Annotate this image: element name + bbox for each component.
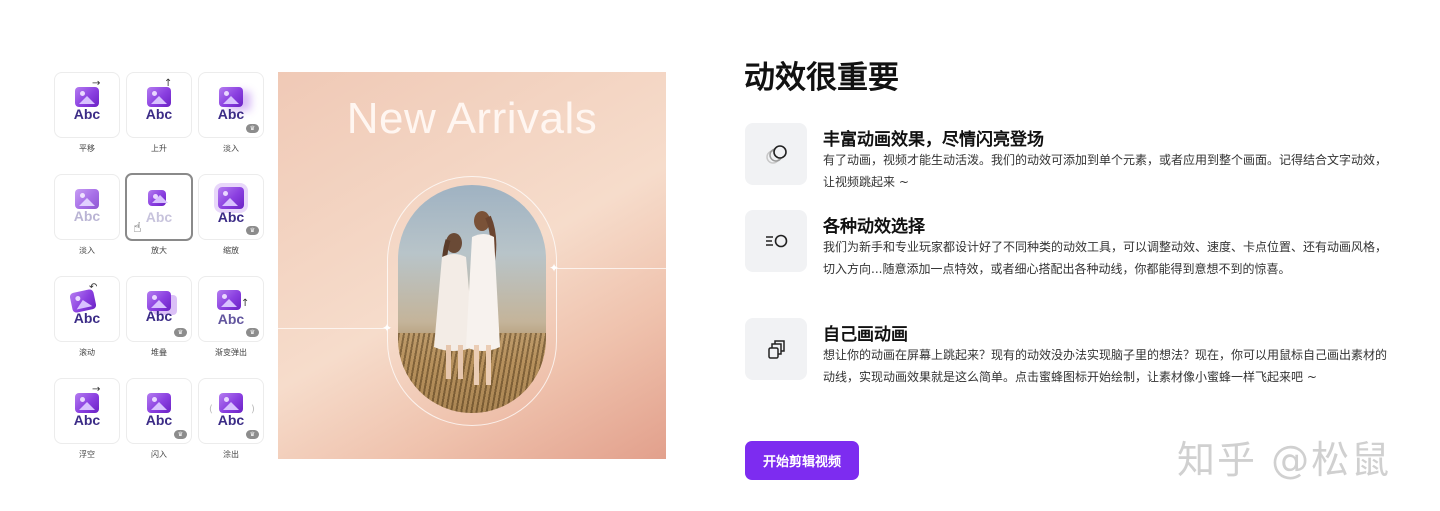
- video-preview: New Arrivals ✦ ✦: [278, 72, 666, 459]
- feature-title: 各种动效选择: [823, 217, 925, 237]
- animation-tile-fade-in[interactable]: Abc ♛: [198, 72, 264, 138]
- overlapping-circles-icon: [745, 123, 807, 185]
- crown-icon: ♛: [246, 328, 259, 337]
- image-icon: [148, 190, 168, 206]
- watermark: 知乎 @松鼠: [1177, 438, 1392, 482]
- tile-label: 浮空: [79, 450, 95, 459]
- decorative-line: [554, 268, 666, 269]
- tile-label: 缩放: [223, 246, 239, 255]
- tile-sample-text: Abc: [217, 412, 245, 428]
- animation-tile-zoom-in[interactable]: Abc ☝: [125, 173, 193, 241]
- motion-circle-icon: [745, 210, 807, 272]
- crown-icon: ♛: [246, 430, 259, 439]
- arrow-up-icon: ↑: [164, 78, 173, 89]
- tile-sample-text: Abc: [73, 208, 101, 224]
- image-icon: [75, 393, 99, 413]
- animation-tile-float[interactable]: → Abc: [54, 378, 120, 444]
- preview-title: New Arrivals: [346, 94, 598, 143]
- hand-cursor-icon: ☝: [133, 220, 142, 236]
- tile-sample-text: Abc: [73, 106, 101, 122]
- animation-tile-roll[interactable]: ↶ Abc: [54, 276, 120, 342]
- tile-label: 涂出: [223, 450, 239, 459]
- photo-two-women: [398, 185, 546, 413]
- feature-description: 有了动画，视频才能生动活泼。我们的动效可添加到单个元素，或者应用到整个画面。记得…: [823, 153, 1388, 189]
- tile-label: 上升: [151, 144, 167, 153]
- tile-label: 滚动: [79, 348, 95, 357]
- animation-tile-scale[interactable]: Abc ♛: [198, 174, 264, 240]
- animation-tile-pan[interactable]: → Abc: [54, 72, 120, 138]
- start-editing-button[interactable]: 开始剪辑视频: [745, 441, 859, 480]
- tile-label: 放大: [151, 246, 167, 255]
- tile-sample-text: Abc: [217, 209, 245, 225]
- image-icon: [75, 87, 99, 107]
- crown-icon: ♛: [246, 124, 259, 133]
- feature-description: 我们为新手和专业玩家都设计好了不同种类的动效工具，可以调整动效、速度、卡点位置、…: [823, 240, 1388, 276]
- tile-sample-text: Abc: [145, 412, 173, 428]
- animation-tile-dissolve[interactable]: Abc: [54, 174, 120, 240]
- crown-icon: ♛: [174, 328, 187, 337]
- tile-label: 闪入: [151, 450, 167, 459]
- image-icon: [218, 187, 244, 209]
- tile-label: 渐变弹出: [215, 348, 247, 357]
- animation-tile-rise[interactable]: ↑ Abc: [126, 72, 192, 138]
- copy-layers-icon: [745, 318, 807, 380]
- women-figures: [434, 211, 500, 385]
- tile-label: 淡入: [79, 246, 95, 255]
- animation-tile-wipe-out[interactable]: ( ) Abc ♛: [198, 378, 264, 444]
- feature-title: 丰富动画效果，尽情闪亮登场: [823, 130, 1044, 150]
- animation-tile-flash-in[interactable]: Abc ♛: [126, 378, 192, 444]
- tile-sample-text: Abc: [145, 308, 173, 324]
- animation-tile-gradient-pop[interactable]: ↑ Abc ♛: [198, 276, 264, 342]
- arrow-right-icon: →: [92, 384, 101, 395]
- crown-icon: ♛: [246, 226, 259, 235]
- image-icon: [219, 87, 243, 107]
- tile-label: 淡入: [223, 144, 239, 153]
- section-heading: 动效很重要: [744, 60, 899, 96]
- arrow-up-icon: ↑: [241, 298, 250, 309]
- tile-label: 堆叠: [151, 348, 167, 357]
- image-icon: [147, 393, 171, 413]
- rotate-arrow-icon: ↶: [89, 282, 98, 293]
- tile-sample-text: Abc: [217, 106, 245, 122]
- arrow-right-icon: →: [92, 78, 101, 89]
- feature-description: 想让你的动画在屏幕上跳起来？现有的动效没办法实现脑子里的想法？现在，你可以用鼠标…: [823, 348, 1388, 384]
- tile-label: 平移: [79, 144, 95, 153]
- tile-sample-text: Abc: [145, 106, 173, 122]
- animation-tile-stack[interactable]: Abc ♛: [126, 276, 192, 342]
- tile-sample-text: Abc: [73, 310, 101, 326]
- tile-sample-text: Abc: [73, 412, 101, 428]
- image-icon: [147, 87, 171, 107]
- tile-sample-text: Abc: [217, 311, 245, 327]
- image-icon: [75, 189, 99, 209]
- feature-title: 自己画动画: [823, 325, 908, 345]
- crown-icon: ♛: [174, 430, 187, 439]
- image-icon: [219, 393, 243, 413]
- image-icon: [217, 290, 241, 310]
- decorative-line: [278, 328, 390, 329]
